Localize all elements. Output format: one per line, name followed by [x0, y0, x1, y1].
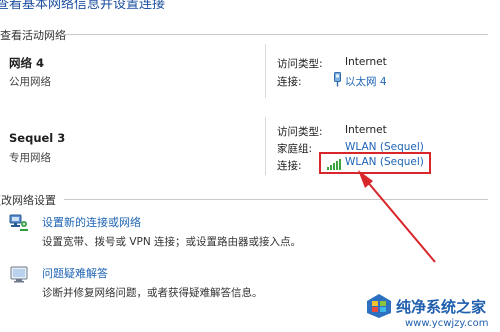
annotation-arrow — [358, 170, 436, 263]
watermark-logo-icon — [366, 293, 392, 319]
watermark-text: 纯净系统之家 — [396, 298, 487, 316]
watermark-url: www.ycwjzy.com — [405, 318, 489, 329]
